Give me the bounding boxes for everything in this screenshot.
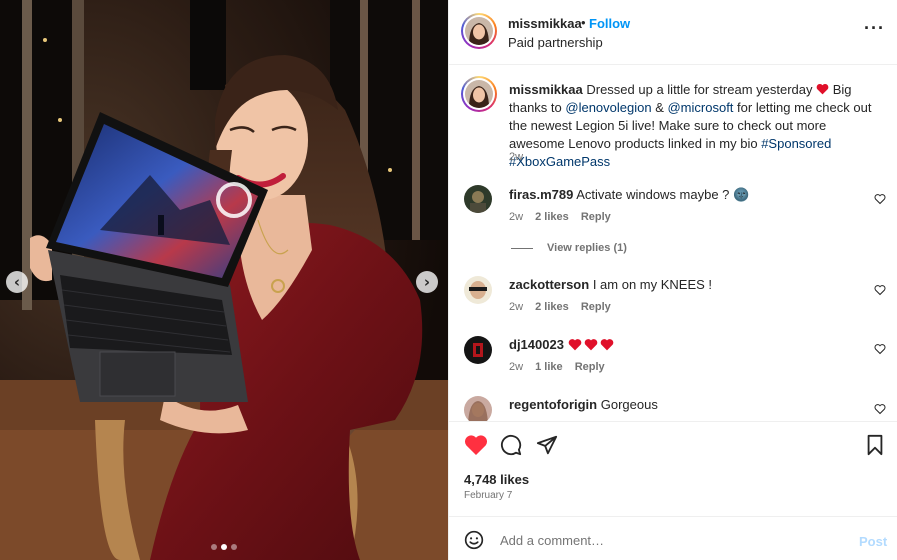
comment-body: zackotterson I am on my KNEES ! [509, 276, 849, 294]
caption-avatar[interactable] [461, 76, 497, 112]
view-replies-button[interactable]: View replies (1) [511, 242, 627, 254]
hashtag-sponsored[interactable]: #Sponsored [761, 136, 831, 151]
bookmark-icon[interactable] [865, 434, 885, 456]
comment-likes[interactable]: 1 like [535, 361, 563, 373]
caption-text-part: & [651, 100, 668, 115]
comment-text: Activate windows maybe ? 🌚 [576, 187, 750, 202]
comment-likes[interactable]: 2 likes [535, 301, 569, 313]
comments-list[interactable]: missmikkaa Dressed up a little for strea… [449, 65, 897, 422]
comment-text: I am on my KNEES ! [592, 277, 713, 292]
post-details-panel: missmikkaa • Follow Paid partnership ··· [448, 0, 897, 560]
caption-username[interactable]: missmikkaa [509, 82, 583, 97]
carousel-dot [211, 544, 217, 550]
caption-timestamp[interactable]: 2w [509, 151, 523, 163]
commenter-username[interactable]: regentoforigin [509, 397, 597, 412]
reply-button[interactable]: Reply [581, 301, 611, 313]
caption-text: missmikkaa Dressed up a little for strea… [509, 81, 879, 171]
like-comment-icon[interactable] [874, 284, 886, 296]
emoji-icon[interactable] [464, 530, 484, 550]
red-heart-icon [584, 339, 597, 351]
mention-microsoft[interactable]: @microsoft [667, 100, 733, 115]
post-media[interactable]: ‹ › [0, 0, 448, 560]
post-date[interactable]: February 7 [464, 490, 512, 501]
reply-button[interactable]: Reply [581, 211, 611, 223]
comment-timestamp[interactable]: 2w [509, 211, 523, 223]
likes-count[interactable]: 4,748 likes [464, 472, 529, 487]
comment-meta: 2w 1 like Reply [509, 361, 614, 373]
comment-body: regentoforigin Gorgeous [509, 396, 849, 414]
comment-meta: 2w 2 likes Reply [509, 301, 620, 313]
author-avatar[interactable] [461, 13, 497, 49]
comment-body: dj140023 [509, 336, 849, 354]
comment-timestamp[interactable]: 2w [509, 361, 523, 373]
post-photo [0, 0, 448, 560]
replies-divider [511, 247, 533, 249]
comment-hearts [568, 337, 614, 352]
comment-timestamp[interactable]: 2w [509, 301, 523, 313]
commenter-username[interactable]: firas.m789 [509, 187, 573, 202]
commenter-username[interactable]: dj140023 [509, 337, 564, 352]
red-heart-icon [568, 339, 581, 351]
caption-text-part: Dressed up a little for stream yesterday [586, 82, 817, 97]
like-comment-icon[interactable] [874, 343, 886, 355]
carousel-dot [231, 544, 237, 550]
commenter-avatar[interactable] [464, 396, 492, 421]
commenter-username[interactable]: zackotterson [509, 277, 589, 292]
more-options-icon[interactable]: ··· [864, 18, 885, 39]
paper-plane-icon[interactable] [536, 434, 558, 456]
commenter-avatar[interactable] [464, 336, 492, 364]
hashtag-xboxgamepass[interactable]: #XboxGamePass [509, 154, 610, 169]
comment-input[interactable] [500, 533, 830, 548]
paid-partnership-label[interactable]: Paid partnership [508, 35, 603, 50]
comment-text: Gorgeous [600, 397, 658, 412]
header-separator: • [581, 15, 586, 30]
red-heart-icon [816, 83, 829, 95]
add-comment-bar: Post [449, 516, 897, 560]
mention-lenovolegion[interactable]: @lenovolegion [565, 100, 651, 115]
like-comment-icon[interactable] [874, 403, 886, 415]
red-heart-icon [600, 339, 613, 351]
commenter-avatar[interactable] [464, 276, 492, 304]
carousel-dot-active [221, 544, 227, 550]
comment-meta: 2w 2 likes Reply [509, 211, 620, 223]
like-comment-icon[interactable] [874, 193, 886, 205]
carousel-indicator [0, 544, 448, 550]
reply-button[interactable]: Reply [575, 361, 605, 373]
author-username[interactable]: missmikkaa [508, 16, 582, 31]
post-comment-button[interactable]: Post [859, 534, 887, 549]
previous-media-button[interactable]: ‹ [6, 271, 28, 293]
comment-icon[interactable] [500, 434, 522, 456]
comment-likes[interactable]: 2 likes [535, 211, 569, 223]
post-header: missmikkaa • Follow Paid partnership ··· [449, 0, 897, 65]
follow-button[interactable]: Follow [589, 16, 630, 31]
commenter-avatar[interactable] [464, 185, 492, 213]
view-replies-label[interactable]: View replies (1) [547, 242, 627, 254]
comment-body: firas.m789 Activate windows maybe ? 🌚 [509, 186, 849, 204]
next-media-button[interactable]: › [416, 271, 438, 293]
action-bar [449, 422, 897, 466]
heart-filled-icon[interactable] [464, 434, 488, 456]
